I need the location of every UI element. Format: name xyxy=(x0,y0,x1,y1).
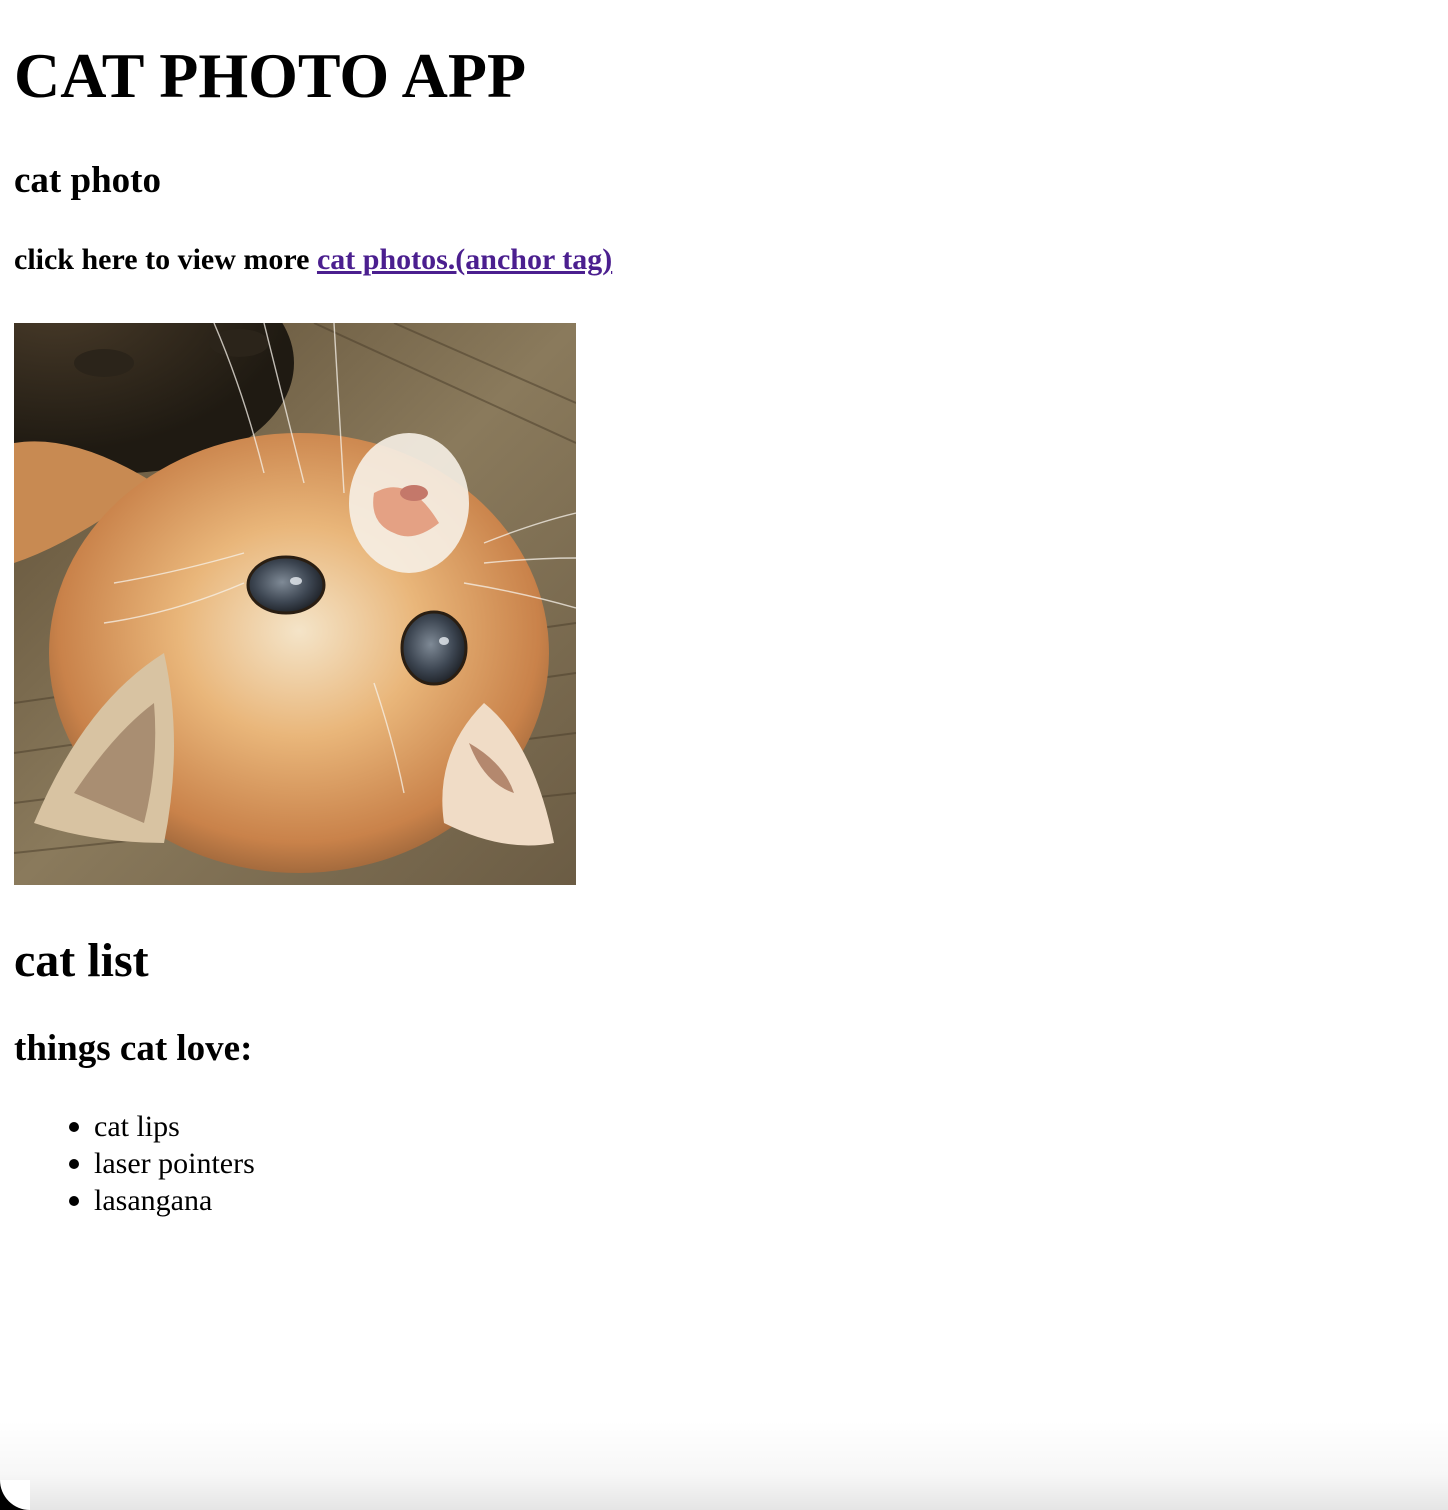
things-cat-love-heading: things cat love: xyxy=(14,1028,253,1069)
list-item: laser pointers xyxy=(14,1145,255,1182)
list-item-label: cat lips xyxy=(94,1110,180,1143)
list-item-label: laser pointers xyxy=(94,1147,255,1180)
cat-photos-link[interactable]: cat photos.(anchor tag) xyxy=(317,243,612,276)
window-bottom-shadow xyxy=(0,1420,1448,1510)
list-item: lasangana xyxy=(14,1182,255,1219)
cat-photo-illustration xyxy=(14,323,576,885)
page-title: CAT PHOTO APP xyxy=(14,40,527,111)
more-photos-prefix: click here to view more xyxy=(14,243,317,276)
cat-love-list: cat lips laser pointers lasangana xyxy=(14,1108,255,1219)
list-item: cat lips xyxy=(14,1108,255,1145)
bullet-icon xyxy=(69,1196,79,1206)
more-photos-line: click here to view more cat photos.(anch… xyxy=(14,242,612,278)
cat-photo-image xyxy=(14,323,576,885)
window-corner-mask xyxy=(0,1480,30,1510)
bullet-icon xyxy=(69,1159,79,1169)
cat-list-heading: cat list xyxy=(14,934,149,987)
cat-photo-heading: cat photo xyxy=(14,160,161,201)
bullet-icon xyxy=(69,1122,79,1132)
list-item-label: lasangana xyxy=(94,1184,213,1217)
window-corner xyxy=(0,1480,30,1510)
